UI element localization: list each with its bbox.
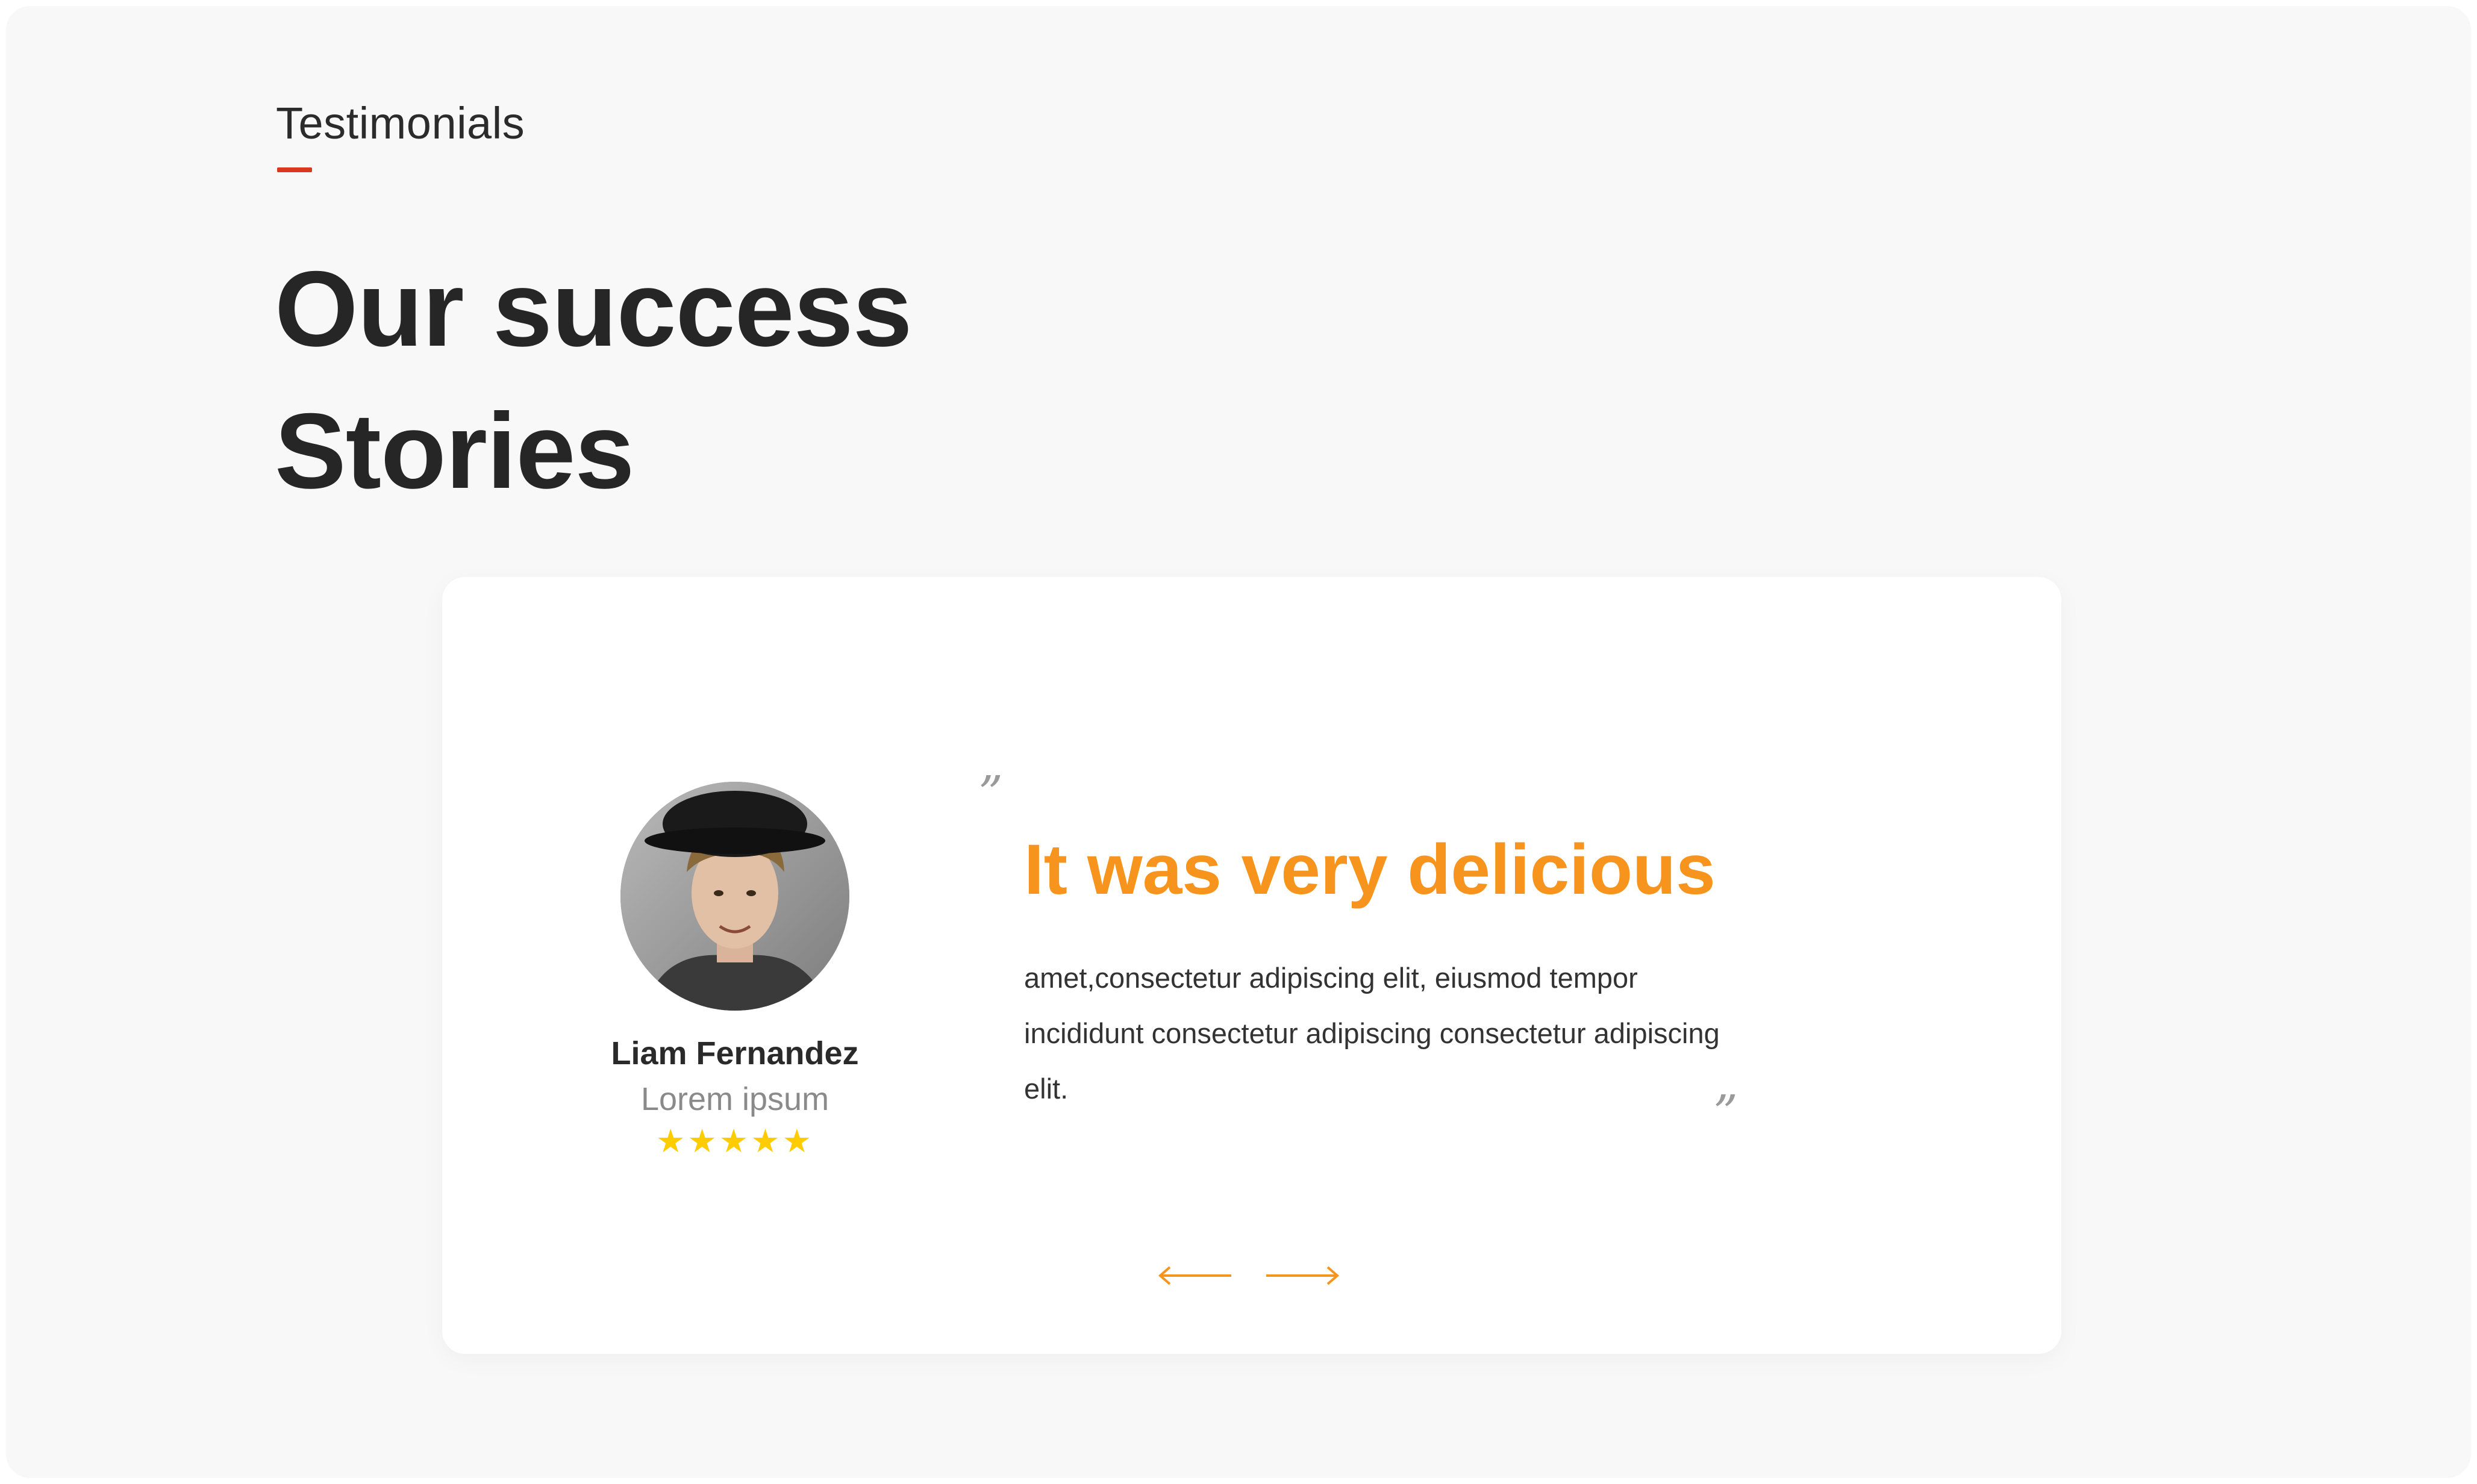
next-button[interactable]	[1263, 1264, 1341, 1288]
quote-body: amet,consectetur adipiscing elit, eiusmo…	[1024, 962, 1720, 1105]
eyebrow-underline	[277, 167, 312, 172]
quote-title: It was very delicious	[1024, 830, 1716, 909]
avatar-photo	[620, 782, 849, 1011]
heading-line-2: Stories	[275, 391, 634, 511]
close-quote-icon: ”	[1713, 1085, 1738, 1141]
heading-line-1: Our success	[275, 249, 913, 369]
prev-button[interactable]	[1157, 1264, 1235, 1288]
avatar	[620, 782, 849, 1011]
testimonials-section: Testimonials Our success Stories Liam Fe…	[6, 6, 2471, 1478]
arrow-right-icon	[1266, 1266, 1340, 1285]
testimonial-card: Liam Fernandez Lorem ipsum ★★★★★ ” It wa…	[442, 577, 2061, 1354]
reviewer-name: Liam Fernandez	[611, 1035, 859, 1071]
section-heading: Our success Stories	[275, 238, 913, 522]
reviewer-role: Lorem ipsum	[640, 1081, 829, 1117]
rating-stars: ★★★★★	[655, 1122, 814, 1160]
section-eyebrow: Testimonials	[276, 98, 525, 148]
arrow-left-icon	[1158, 1266, 1231, 1285]
open-quote-icon: ”	[978, 765, 1003, 822]
